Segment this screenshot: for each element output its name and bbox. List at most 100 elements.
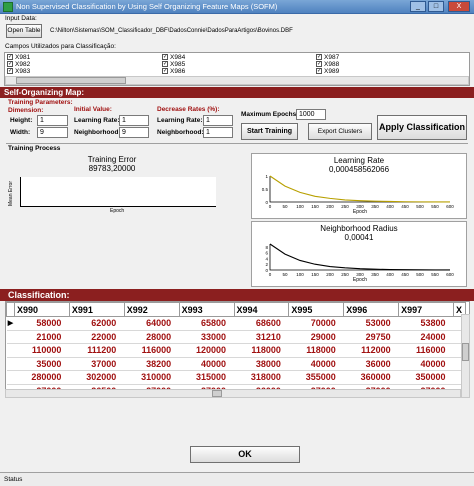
table-cell[interactable]: 24000: [398, 330, 454, 344]
table-cell[interactable]: 37000: [69, 357, 125, 371]
neighborhood-input[interactable]: 9: [119, 127, 149, 138]
classification-hscrollbar[interactable]: [5, 389, 461, 398]
table-cell[interactable]: 111200: [69, 343, 125, 358]
table-cell[interactable]: 40000: [288, 357, 344, 371]
table-cell[interactable]: 360000: [343, 370, 399, 385]
table-cell[interactable]: 120000: [179, 343, 234, 358]
table-cell[interactable]: 40000: [398, 357, 454, 371]
height-input[interactable]: 1: [37, 115, 68, 126]
export-clusters-button[interactable]: Export Clusters: [308, 123, 372, 140]
table-row[interactable]: 280000 302000 310000 315000 318000 355000 3600…: [6, 370, 466, 385]
table-cell[interactable]: 35000: [14, 357, 70, 371]
table-cell[interactable]: 29750: [343, 330, 399, 344]
table-cell[interactable]: 58000: [14, 316, 70, 331]
table-row[interactable]: ▶ 58000 62000 64000 65800 68600 70000 53000 5380…: [6, 316, 466, 331]
table-row[interactable]: 21000 22000 28000 33000 31210 29000 29750 24000: [6, 330, 466, 344]
classification-hscroll-thumb[interactable]: [212, 390, 222, 397]
field-check-x982[interactable]: ✓ X982: [7, 61, 30, 68]
y-tick-label: 6: [265, 251, 268, 256]
column-header[interactable]: X993: [178, 302, 235, 317]
x-tick-label: 400: [386, 272, 394, 277]
table-cell[interactable]: 64000: [124, 316, 180, 331]
table-cell[interactable]: 310000: [124, 370, 180, 385]
column-header[interactable]: X990: [14, 302, 70, 317]
table-cell[interactable]: 68600: [234, 316, 289, 331]
open-table-button[interactable]: Open Table: [6, 24, 42, 38]
field-check-x986[interactable]: ✓ X986: [162, 68, 185, 75]
table-cell[interactable]: 118000: [234, 343, 289, 358]
field-check-x985[interactable]: ✓ X985: [162, 61, 185, 68]
table-cell[interactable]: 302000: [69, 370, 125, 385]
dimension-label: Dimension:: [8, 107, 44, 114]
field-check-x981[interactable]: ✓ X981: [7, 54, 30, 61]
table-cell[interactable]: 112000: [343, 343, 399, 358]
column-header[interactable]: X994: [233, 302, 290, 317]
fields-scroll-thumb[interactable]: [16, 77, 126, 84]
table-cell[interactable]: 31210: [234, 330, 289, 344]
table-cell[interactable]: 355000: [288, 370, 344, 385]
table-cell[interactable]: 21000: [14, 330, 70, 344]
fields-label: Campos Utilizados para Classificação:: [5, 43, 116, 50]
table-cell[interactable]: 38000: [234, 357, 289, 371]
column-header[interactable]: X992: [123, 302, 180, 317]
x-tick-label: 500: [416, 204, 424, 209]
table-cell[interactable]: 38200: [124, 357, 180, 371]
row-header: [6, 330, 15, 344]
learning-rate-input[interactable]: 1: [119, 115, 149, 126]
field-check-x989[interactable]: ✓ X989: [316, 68, 339, 75]
table-cell[interactable]: 70000: [288, 316, 344, 331]
minimize-button[interactable]: _: [410, 1, 426, 12]
table-cell[interactable]: 53000: [343, 316, 399, 331]
column-header[interactable]: X997: [398, 302, 454, 317]
series-line: [269, 243, 451, 271]
table-cell[interactable]: 116000: [398, 343, 454, 358]
training-error-value: 89783,20000: [88, 164, 136, 173]
neighborhood-radius-chart: 864200 50 100 150 200 250 300 350 400 450 500 550 60…: [265, 243, 454, 283]
table-cell[interactable]: 33000: [179, 330, 234, 344]
column-header[interactable]: X996: [343, 302, 400, 317]
table-cell[interactable]: 28000: [124, 330, 180, 344]
column-header[interactable]: X991: [68, 302, 125, 317]
table-row[interactable]: 35000 37000 38200 40000 38000 40000 36000 40000: [6, 357, 466, 371]
table-cell[interactable]: 22000: [69, 330, 125, 344]
table-cell[interactable]: 318000: [234, 370, 289, 385]
table-cell[interactable]: 315000: [179, 370, 234, 385]
training-params-label: Training Parameters:: [8, 99, 73, 106]
classification-section-title: Classification:: [0, 289, 474, 301]
decrease-neighborhood-input[interactable]: 1: [203, 127, 233, 138]
learning-rate-panel: Learning Rate 0,000458562066 1 0.5 0 0 50 100…: [251, 153, 467, 219]
apply-classification-button[interactable]: Apply Classification: [377, 115, 467, 140]
x-tick-label: 50: [282, 204, 288, 209]
classification-vscroll-thumb[interactable]: [462, 343, 469, 361]
close-button[interactable]: X: [448, 1, 470, 12]
table-cell[interactable]: 116000: [124, 343, 180, 358]
field-check-x988[interactable]: ✓ X988: [316, 61, 339, 68]
table-cell[interactable]: 40000: [179, 357, 234, 371]
table-cell[interactable]: 53800: [398, 316, 454, 331]
decrease-learning-rate-input[interactable]: 1: [203, 115, 233, 126]
maximize-button[interactable]: □: [428, 1, 444, 12]
start-training-button[interactable]: Start Training: [241, 123, 298, 140]
classification-vscrollbar[interactable]: [461, 314, 470, 398]
field-check-x983[interactable]: ✓ X983: [7, 68, 30, 75]
table-row[interactable]: 110000 111200 116000 120000 118000 118000 1120…: [6, 343, 466, 358]
table-cell[interactable]: 350000: [398, 370, 454, 385]
series-line: [269, 175, 451, 203]
table-cell[interactable]: 110000: [14, 343, 70, 358]
field-check-x984[interactable]: ✓ X984: [162, 54, 185, 61]
fields-scrollbar[interactable]: [5, 76, 469, 85]
x-tick-label: 600: [446, 204, 454, 209]
classification-grid[interactable]: X990 X991 X992 X993 X994 X995 X996 X997 X ▶ 58000…: [5, 301, 470, 398]
table-cell[interactable]: 62000: [69, 316, 125, 331]
table-cell[interactable]: 36000: [343, 357, 399, 371]
ok-button[interactable]: OK: [190, 446, 300, 463]
max-epochs-input[interactable]: 1000: [296, 109, 326, 120]
table-cell[interactable]: 118000: [288, 343, 344, 358]
table-cell[interactable]: 65800: [179, 316, 234, 331]
decrease-rates-label: Decrease Rates (%):: [157, 106, 220, 113]
table-cell[interactable]: 29000: [288, 330, 344, 344]
table-cell[interactable]: 280000: [14, 370, 70, 385]
field-check-x987[interactable]: ✓ X987: [316, 54, 339, 61]
width-input[interactable]: 9: [37, 127, 68, 138]
column-header[interactable]: X995: [288, 302, 345, 317]
